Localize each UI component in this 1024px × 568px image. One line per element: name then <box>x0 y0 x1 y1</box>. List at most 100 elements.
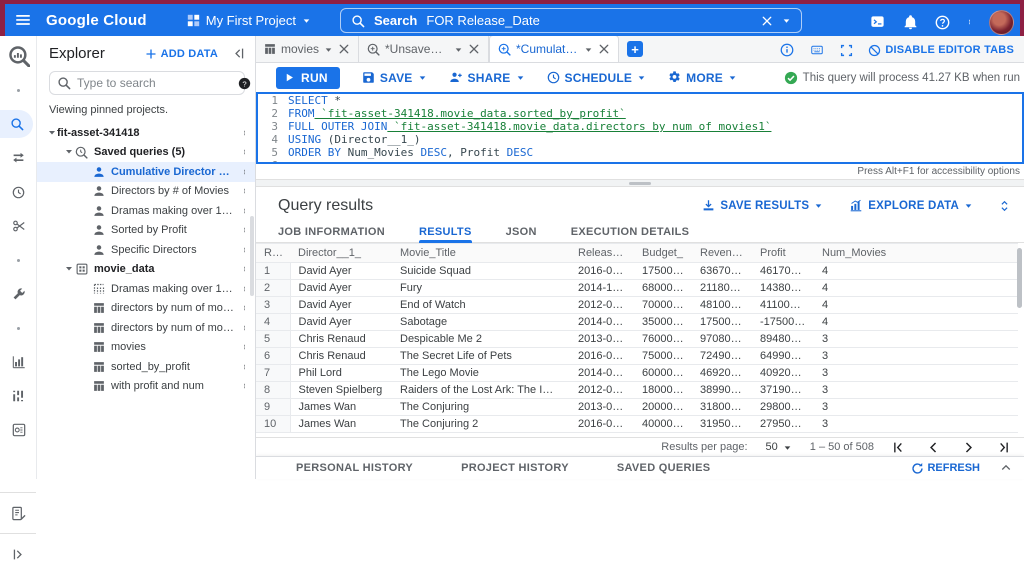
schedule-button[interactable]: SCHEDULE <box>547 71 647 85</box>
results-scrollbar[interactable] <box>1017 248 1022 308</box>
save-results-button[interactable]: SAVE RESULTS <box>702 199 823 212</box>
close-tab-icon[interactable] <box>598 43 610 55</box>
monitoring-icon[interactable] <box>0 348 37 376</box>
add-data-button[interactable]: ADD DATA <box>145 48 218 60</box>
results-tab-results[interactable]: RESULTS <box>419 224 472 242</box>
tree-item[interactable]: directors by num of movies <box>37 299 255 319</box>
history-tab-personal-history[interactable]: PERSONAL HISTORY <box>296 462 413 474</box>
chevron-down-icon[interactable] <box>584 45 593 54</box>
explorer-scrollbar[interactable] <box>250 216 254 296</box>
kebab-menu-icon[interactable] <box>237 145 251 159</box>
cloud-shell-icon[interactable] <box>869 15 886 29</box>
more-options-icon[interactable] <box>967 15 972 29</box>
close-tab-icon[interactable] <box>468 43 480 55</box>
tree-item[interactable]: Saved queries (5) <box>37 143 255 163</box>
tree-item[interactable]: movies <box>37 338 255 358</box>
kebab-menu-icon[interactable] <box>237 282 251 296</box>
panel-splitter[interactable] <box>256 179 1024 187</box>
collapse-explorer-icon[interactable] <box>232 47 245 60</box>
editor-tab[interactable]: *Cumulati...nue <box>489 35 619 62</box>
results-tab-job-information[interactable]: JOB INFORMATION <box>278 224 385 242</box>
kebab-menu-icon[interactable] <box>237 223 251 237</box>
tree-item[interactable]: Cumulative Director Revenue <box>37 162 255 182</box>
explore-data-button[interactable]: EXPLORE DATA <box>849 199 973 212</box>
hamburger-menu-icon[interactable] <box>14 11 32 29</box>
tree-item[interactable]: Dramas making over 100 000 000 <box>37 279 255 299</box>
search-options-chevron-icon[interactable] <box>782 16 791 25</box>
explorer-search-input[interactable] <box>77 76 232 90</box>
expand-arrow-icon[interactable] <box>64 265 74 273</box>
bi-engine-icon[interactable] <box>0 416 37 444</box>
expand-rail-icon[interactable] <box>0 540 37 568</box>
bigquery-logo-icon[interactable] <box>0 42 37 70</box>
tree-item[interactable]: directors by num of movies1 <box>37 318 255 338</box>
collapse-results-button[interactable] <box>999 199 1010 213</box>
search-help-icon[interactable]: ? <box>238 77 251 90</box>
help-icon[interactable] <box>935 15 950 30</box>
tree-item[interactable]: fit-asset-341418 <box>37 123 255 143</box>
clear-search-icon[interactable] <box>761 15 773 27</box>
capacity-icon[interactable] <box>0 382 37 410</box>
kebab-menu-icon[interactable] <box>237 301 251 315</box>
tree-item[interactable]: Directors by # of Movies <box>37 182 255 202</box>
tree-item[interactable]: movie_data <box>37 260 255 280</box>
chevron-up-icon[interactable] <box>1000 462 1012 474</box>
tree-item-label: sorted_by_profit <box>111 361 237 373</box>
kebab-menu-icon[interactable] <box>237 126 251 140</box>
expand-arrow-icon[interactable] <box>64 148 74 156</box>
tree-item[interactable]: Sorted by Profit <box>37 221 255 241</box>
last-page-icon[interactable] <box>997 441 1010 454</box>
kebab-menu-icon[interactable] <box>237 243 251 257</box>
save-button[interactable]: SAVE <box>362 71 427 85</box>
refresh-button[interactable]: REFRESH <box>911 462 980 475</box>
kebab-menu-icon[interactable] <box>237 184 251 198</box>
history-tab-saved-queries[interactable]: SAVED QUERIES <box>617 462 711 474</box>
scheduled-queries-icon[interactable] <box>0 178 37 206</box>
disable-editor-tabs-button[interactable]: DISABLE EDITOR TABS <box>868 44 1014 57</box>
history-tab-project-history[interactable]: PROJECT HISTORY <box>461 462 569 474</box>
table-cell: David Ayer <box>290 280 392 297</box>
close-tab-icon[interactable] <box>338 43 350 55</box>
share-button[interactable]: SHARE <box>449 71 525 85</box>
info-icon[interactable] <box>780 43 794 57</box>
kebab-menu-icon[interactable] <box>237 262 251 276</box>
sql-workspace-icon[interactable] <box>0 110 33 138</box>
first-page-icon[interactable] <box>892 441 905 454</box>
chevron-down-icon[interactable] <box>324 45 333 54</box>
tree-item[interactable]: sorted_by_profit <box>37 357 255 377</box>
more-button[interactable]: MORE <box>668 71 737 85</box>
notifications-icon[interactable] <box>903 15 918 30</box>
project-selector[interactable]: My First Project <box>187 13 311 28</box>
chevron-down-icon[interactable] <box>454 45 463 54</box>
tree-item[interactable]: Dramas making over 100,000,00... <box>37 201 255 221</box>
shortcuts-icon[interactable] <box>809 44 825 56</box>
kebab-menu-icon[interactable] <box>237 165 251 179</box>
results-tab-execution-details[interactable]: EXECUTION DETAILS <box>571 224 690 242</box>
migration-icon[interactable] <box>0 499 37 527</box>
expand-arrow-icon[interactable] <box>47 129 57 137</box>
kebab-menu-icon[interactable] <box>237 321 251 335</box>
tree-item[interactable]: with profit and num <box>37 377 255 397</box>
tree-item[interactable]: Specific Directors <box>37 240 255 260</box>
google-cloud-logo[interactable]: Google Cloud <box>46 12 147 29</box>
user-avatar[interactable] <box>989 10 1014 35</box>
fullscreen-icon[interactable] <box>840 44 853 57</box>
next-page-icon[interactable] <box>962 441 975 454</box>
kebab-menu-icon[interactable] <box>237 379 251 393</box>
explorer-search-box[interactable]: ? <box>49 71 245 95</box>
per-page-select[interactable]: 50 <box>766 441 792 453</box>
data-transfers-icon[interactable] <box>0 144 37 172</box>
kebab-menu-icon[interactable] <box>237 204 251 218</box>
prev-page-icon[interactable] <box>927 441 940 454</box>
admin-icon[interactable] <box>0 280 37 308</box>
new-tab-button[interactable]: + <box>627 41 643 57</box>
editor-tab[interactable]: movies <box>256 36 359 62</box>
kebab-menu-icon[interactable] <box>237 360 251 374</box>
results-tab-json[interactable]: JSON <box>506 224 537 242</box>
sql-editor[interactable]: 1SELECT *2FROM `fit-asset-341418.movie_d… <box>256 92 1024 164</box>
kebab-menu-icon[interactable] <box>237 340 251 354</box>
run-button[interactable]: RUN <box>276 67 340 89</box>
editor-tab[interactable]: *Unsaved ...y 4 <box>359 36 489 62</box>
reservations-icon[interactable] <box>0 212 37 240</box>
global-search-bar[interactable]: Search FOR Release_Date <box>340 8 802 33</box>
